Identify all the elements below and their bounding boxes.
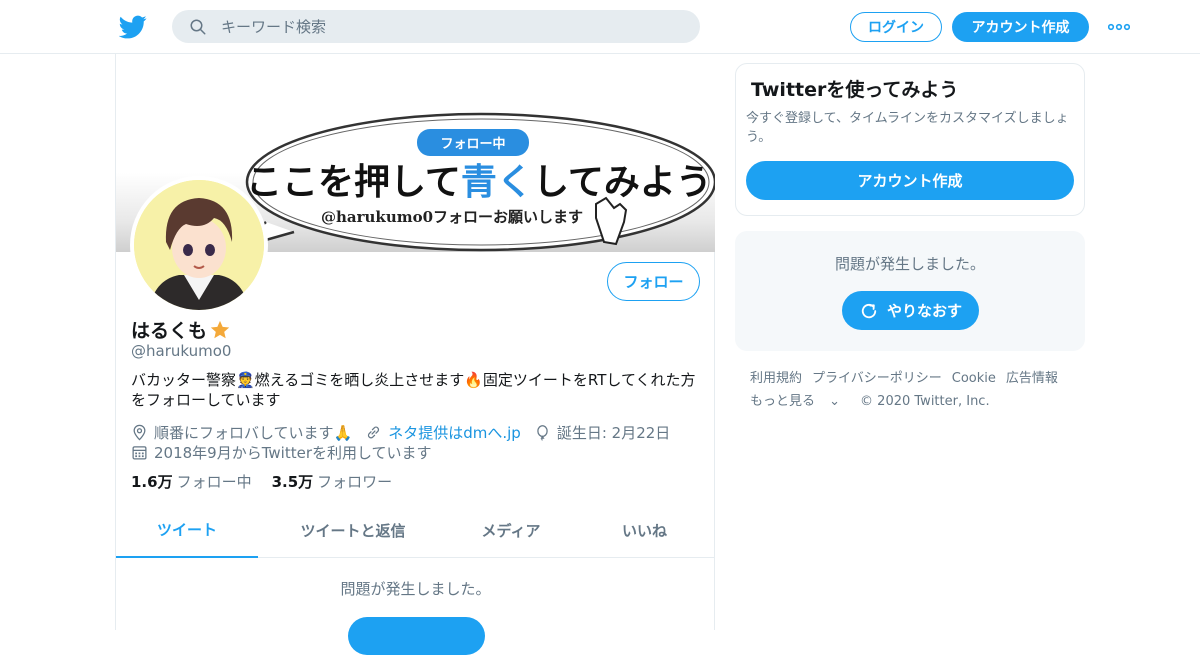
search-bar[interactable] <box>172 10 700 43</box>
timeline-retry-button[interactable] <box>348 617 485 655</box>
signup-card-button[interactable]: アカウント作成 <box>746 161 1074 200</box>
calendar-icon <box>132 446 147 460</box>
profile-meta-row: 順番にフォロバしています🙏 ネタ提供はdmへ.jp 誕生日: 2月22日 <box>131 422 670 443</box>
profile-joined-date: 2018年9月からTwitterを利用しています <box>154 444 432 462</box>
following-count: 1.6万 <box>131 473 173 491</box>
top-navigation-bar: ログイン アカウント作成 <box>0 0 1200 54</box>
signup-card-title: Twitterを使ってみよう <box>751 79 959 101</box>
footer-more-link[interactable]: もっと見る ⌄ <box>750 394 850 409</box>
location-icon <box>133 424 146 441</box>
following-label: フォロー中 <box>176 473 252 491</box>
twitter-bird-icon[interactable] <box>119 13 147 41</box>
profile-handle: @harukumo0 <box>131 342 232 360</box>
sidebar-error-card: 問題が発生しました。 やりなおす <box>735 231 1085 351</box>
login-button[interactable]: ログイン <box>850 12 942 42</box>
profile-name: はるくも <box>131 320 208 342</box>
search-input[interactable] <box>221 17 681 36</box>
followers-stat[interactable]: 3.5万 フォロワー <box>272 471 393 492</box>
footer-links: 利用規約 プライバシーポリシー Cookie 広告情報 もっと見る ⌄ © 2020 T… <box>750 367 1085 413</box>
profile-stats: 1.6万 フォロー中 3.5万 フォロワー <box>131 471 392 492</box>
footer-link-terms[interactable]: 利用規約 <box>750 371 802 386</box>
tab-likes[interactable]: いいね <box>574 503 715 558</box>
profile-avatar[interactable] <box>130 176 268 314</box>
chevron-down-icon: ⌄ <box>825 394 841 409</box>
banner-badge-text: フォロー中 <box>440 136 505 152</box>
tab-tweets-and-replies[interactable]: ツイートと返信 <box>258 503 448 558</box>
following-stat[interactable]: 1.6万 フォロー中 <box>131 471 252 492</box>
tab-tweets[interactable]: ツイート <box>116 503 258 558</box>
footer-row-2: もっと見る ⌄ © 2020 Twitter, Inc. <box>750 390 1085 413</box>
profile-column: フォロー中 ここを押して青くしてみよう @harukumo0フォローお願いします… <box>115 54 715 655</box>
follow-button[interactable]: フォロー <box>607 262 700 301</box>
signup-card-text: 今すぐ登録して、タイムラインをカスタマイズしましょう。 <box>746 111 1069 145</box>
profile-joined-row: 2018年9月からTwitterを利用しています <box>131 442 432 463</box>
footer-link-ads-info[interactable]: 広告情報 <box>1006 371 1058 386</box>
followers-count: 3.5万 <box>271 473 314 491</box>
retry-label: やりなおす <box>886 302 962 320</box>
profile-birthday: 誕生日: 2月22日 <box>556 424 671 442</box>
search-icon <box>190 19 206 34</box>
timeline-error-message: 問題が発生しました。 <box>340 580 491 598</box>
tab-media[interactable]: メディア <box>448 503 574 558</box>
footer-link-cookie[interactable]: Cookie <box>952 371 996 386</box>
refresh-icon <box>861 303 877 318</box>
profile-location: 順番にフォロバしています🙏 <box>154 424 353 442</box>
followers-label: フォロワー <box>317 473 393 491</box>
footer-row-1: 利用規約 プライバシーポリシー Cookie 広告情報 <box>750 367 1085 390</box>
star-icon <box>210 320 230 338</box>
footer-more-label: もっと見る <box>750 394 816 409</box>
sidebar-error-message: 問題が発生しました。 <box>834 255 985 273</box>
banner-headline: ここを押して青くしてみよう <box>246 161 712 203</box>
signup-card: Twitterを使ってみよう 今すぐ登録して、タイムラインをカスタマイズしましょ… <box>735 63 1085 216</box>
banner-subline: @harukumo0フォローお願いします <box>321 208 583 226</box>
profile-website-link[interactable]: ネタ提供はdmへ.jp <box>388 422 521 443</box>
balloon-icon <box>537 425 548 441</box>
more-options-icon[interactable] <box>1108 22 1130 32</box>
link-icon <box>368 426 380 439</box>
footer-copyright: © 2020 Twitter, Inc. <box>860 394 990 409</box>
footer-link-privacy[interactable]: プライバシーポリシー <box>812 371 942 386</box>
retry-button[interactable]: やりなおす <box>842 291 979 330</box>
signup-button[interactable]: アカウント作成 <box>952 12 1089 42</box>
profile-bio: バカッター警察👮燃えるゴミを晒し炎上させます🔥固定ツイートをRTしてくれた方をフ… <box>131 371 696 409</box>
avatar-illustration <box>134 180 264 310</box>
profile-name-row: はるくも <box>131 316 231 343</box>
profile-tabs: ツイート ツイートと返信 メディア いいね <box>116 503 715 558</box>
